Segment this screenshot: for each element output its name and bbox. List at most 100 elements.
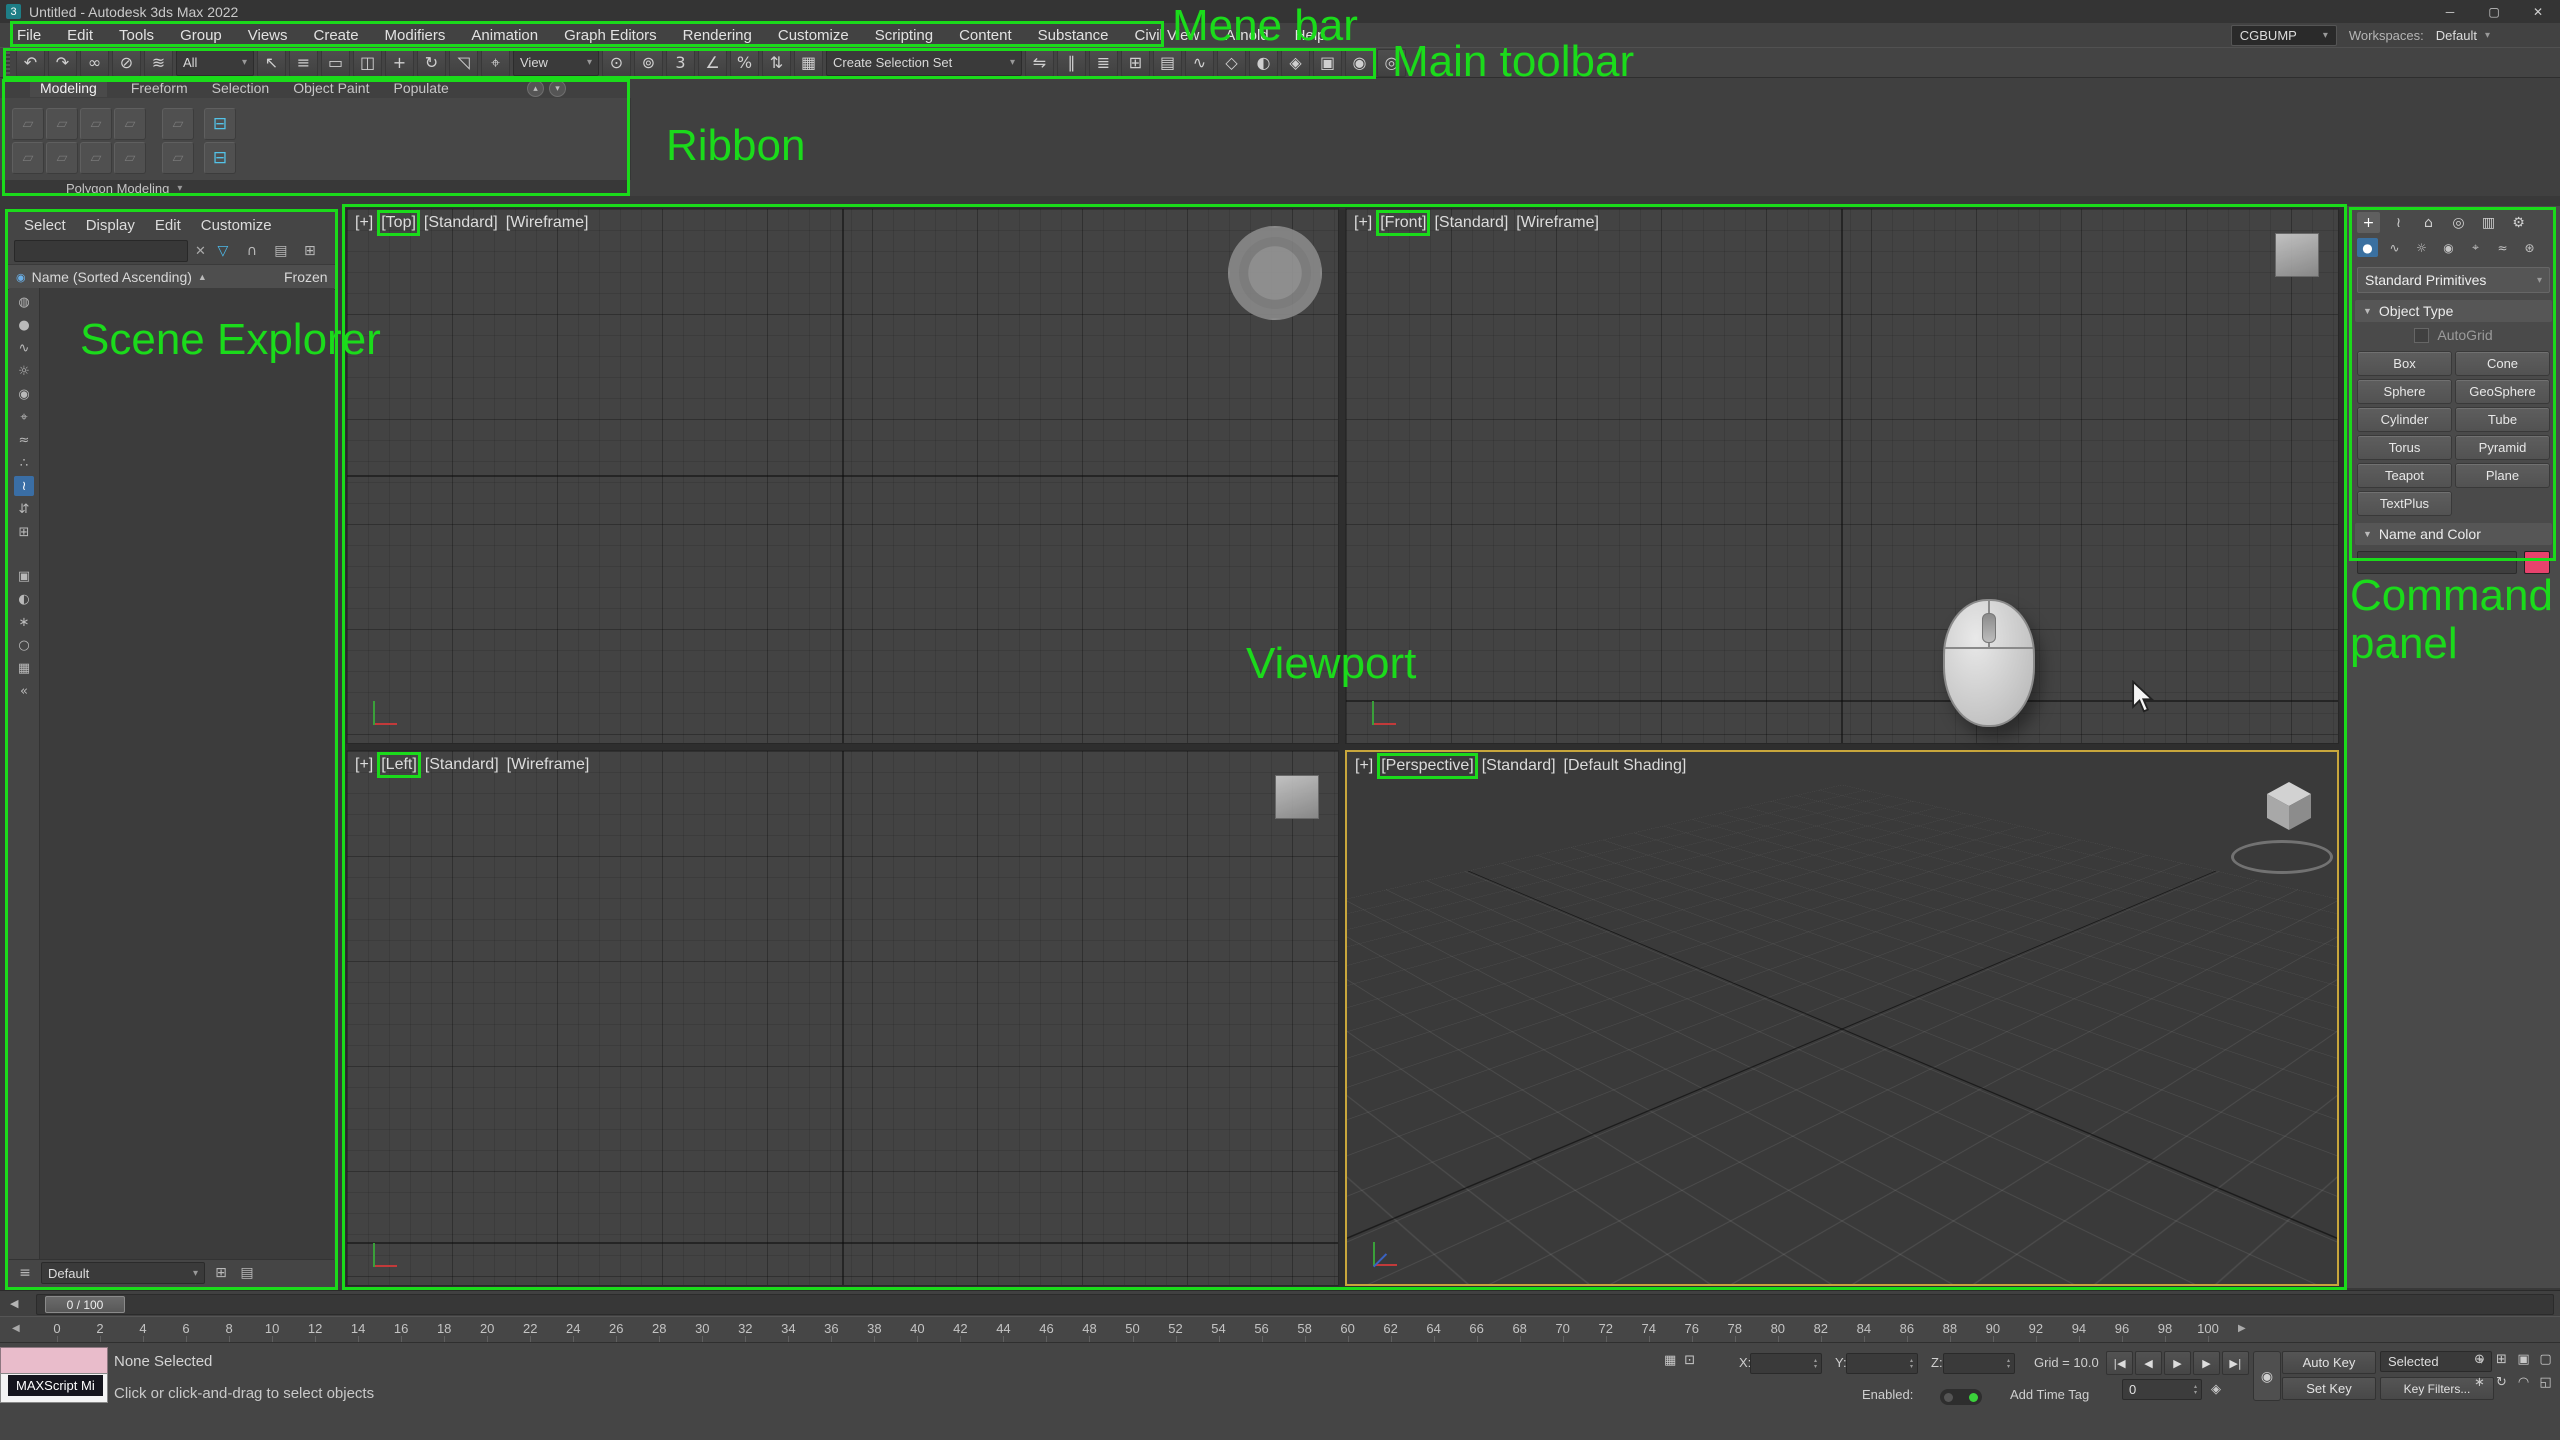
trackbar-frame-68[interactable]: 68: [1512, 1321, 1526, 1336]
viewport-left-standard-label[interactable]: [Standard]: [425, 756, 499, 774]
spinner-snap-icon[interactable]: ⇅: [762, 49, 791, 77]
trackbar-frame-74[interactable]: 74: [1642, 1321, 1656, 1336]
ribbon-tool-button[interactable]: ▱: [12, 142, 44, 174]
object-type-pyramid-button[interactable]: Pyramid: [2455, 435, 2550, 460]
trackbar-frame-92[interactable]: 92: [2029, 1321, 2043, 1336]
display-xrefs-icon[interactable]: ⇵: [14, 499, 34, 519]
render-setup-icon[interactable]: ◈: [1281, 49, 1310, 77]
ribbon-options-button[interactable]: ▾: [549, 80, 566, 97]
display-materials-icon[interactable]: ◐: [14, 589, 34, 609]
viewport-top-plus-label[interactable]: [+]: [355, 214, 373, 232]
systems-category-icon[interactable]: ⊛: [2519, 238, 2540, 257]
hierarchy-tab-icon[interactable]: ⌂: [2417, 212, 2440, 233]
display-bones-icon[interactable]: ≀: [14, 476, 34, 496]
object-type-cone-button[interactable]: Cone: [2455, 351, 2550, 376]
use-selection-center-icon[interactable]: ⊚: [634, 49, 663, 77]
ribbon-tool-button[interactable]: ▱: [114, 142, 146, 174]
spinner-icon[interactable]: ▴▾: [1906, 1354, 1917, 1373]
ribbon-tool-button[interactable]: ▱: [12, 108, 44, 140]
time-slider-track[interactable]: 0 / 100: [36, 1294, 2554, 1315]
render-iterative-icon[interactable]: ◎: [1377, 49, 1406, 77]
object-type-box-button[interactable]: Box: [2357, 351, 2452, 376]
use-pivot-center-icon[interactable]: ⊙: [602, 49, 631, 77]
minimize-button[interactable]: ─: [2428, 0, 2472, 23]
ribbon-tool-button[interactable]: ▱: [46, 142, 78, 174]
set-key-button[interactable]: Set Key: [2282, 1377, 2376, 1400]
unlink-selection-icon[interactable]: ⊘: [112, 49, 141, 77]
viewport-front[interactable]: [+][Front][Standard][Wireframe]: [1345, 208, 2339, 744]
trackbar-frame-100[interactable]: 100: [2197, 1321, 2219, 1336]
display-containers-icon[interactable]: ▣: [14, 566, 34, 586]
animation-enabled-toggle[interactable]: [1940, 1389, 1982, 1405]
ribbon-tool-button[interactable]: ▱: [46, 108, 78, 140]
trackbar-frame-82[interactable]: 82: [1814, 1321, 1828, 1336]
layer-explorer-icon[interactable]: ≣: [1089, 49, 1118, 77]
object-type-geosphere-button[interactable]: GeoSphere: [2455, 379, 2550, 404]
display-space-warps-icon[interactable]: ≈: [14, 430, 34, 450]
field-of-view-icon[interactable]: ◠: [2514, 1372, 2533, 1392]
trackbar-frame-88[interactable]: 88: [1943, 1321, 1957, 1336]
percent-snap-icon[interactable]: %: [730, 49, 759, 77]
trackbar-frame-46[interactable]: 46: [1039, 1321, 1053, 1336]
viewport-perspective-standard-label[interactable]: [Standard]: [1482, 757, 1556, 775]
display-groups-icon[interactable]: ⊞: [14, 522, 34, 542]
geometry-category-icon[interactable]: ●: [2357, 238, 2378, 257]
auto-key-button[interactable]: Auto Key: [2282, 1351, 2376, 1374]
orbit-icon[interactable]: ↻: [2492, 1372, 2511, 1392]
trackbar-frame-54[interactable]: 54: [1211, 1321, 1225, 1336]
clear-search-icon[interactable]: ✕: [195, 243, 206, 259]
ribbon-tab-selection[interactable]: Selection: [212, 80, 270, 96]
create-tab-icon[interactable]: +: [2357, 212, 2380, 233]
trackbar-frame-56[interactable]: 56: [1254, 1321, 1268, 1336]
ribbon-highlight-button[interactable]: ⊟: [204, 108, 236, 140]
set-keys-button[interactable]: ◉: [2253, 1351, 2281, 1401]
footer-menu-icon[interactable]: ≡: [15, 1263, 35, 1283]
curve-editor-icon[interactable]: ∿: [1185, 49, 1214, 77]
explorer-menu-edit[interactable]: Edit: [145, 217, 191, 234]
display-shapes-icon[interactable]: ∿: [14, 338, 34, 358]
object-type-sphere-button[interactable]: Sphere: [2357, 379, 2452, 404]
previous-frame-arrow[interactable]: ◀: [10, 1297, 18, 1310]
ribbon-tab-freeform[interactable]: Freeform: [131, 80, 188, 96]
select-by-name-icon[interactable]: ≡: [289, 49, 318, 77]
viewport-left-pov-label[interactable]: [Left]: [381, 756, 417, 774]
trackbar-frame-52[interactable]: 52: [1168, 1321, 1182, 1336]
viewport-top-shading-label[interactable]: [Wireframe]: [506, 214, 589, 232]
pan-icon[interactable]: ∗: [2470, 1372, 2489, 1392]
undo-icon[interactable]: ↶: [16, 49, 45, 77]
align-icon[interactable]: ∥: [1057, 49, 1086, 77]
select-and-place-icon[interactable]: ⌖: [481, 49, 510, 77]
object-type-teapot-button[interactable]: Teapot: [2357, 463, 2452, 488]
pick-parent-icon[interactable]: ▤: [271, 241, 291, 261]
menu-civil-view[interactable]: Civil View: [1122, 23, 1213, 47]
menu-scripting[interactable]: Scripting: [862, 23, 946, 47]
redo-icon[interactable]: ↷: [48, 49, 77, 77]
lock-icon[interactable]: ∩: [242, 241, 262, 261]
brand-dropdown[interactable]: CGBUMP ▾: [2231, 25, 2337, 46]
new-scene-explorer-button[interactable]: ⊞: [211, 1263, 231, 1283]
object-type-cylinder-button[interactable]: Cylinder: [2357, 407, 2452, 432]
viewport-perspective[interactable]: [+][Perspective][Standard][Default Shadi…: [1345, 750, 2339, 1286]
trackbar-frame-2[interactable]: 2: [96, 1321, 103, 1336]
viewport-perspective-shading-label[interactable]: [Default Shading]: [1564, 757, 1687, 775]
trackbar-frame-14[interactable]: 14: [351, 1321, 365, 1336]
ribbon-tab-modeling[interactable]: Modeling: [30, 79, 107, 97]
reference-coordinate-dropdown[interactable]: View▾: [513, 50, 599, 76]
select-and-move-icon[interactable]: +: [385, 49, 414, 77]
play-button[interactable]: ▶: [2164, 1351, 2191, 1375]
toolbar-drag-handle[interactable]: [4, 52, 10, 74]
trackbar-frame-24[interactable]: 24: [566, 1321, 580, 1336]
ribbon-tab-object-paint[interactable]: Object Paint: [293, 80, 369, 96]
trackbar-frame-18[interactable]: 18: [437, 1321, 451, 1336]
viewport-front-shading-label[interactable]: [Wireframe]: [1516, 214, 1599, 232]
menu-arnold[interactable]: Arnold: [1212, 23, 1281, 47]
viewport-front-pov-label[interactable]: [Front]: [1380, 214, 1426, 232]
viewport-top-standard-label[interactable]: [Standard]: [424, 214, 498, 232]
menu-tools[interactable]: Tools: [106, 23, 167, 47]
collapse-panel-icon[interactable]: «: [14, 681, 34, 701]
menu-create[interactable]: Create: [301, 23, 372, 47]
x-coordinate-field[interactable]: ▴▾: [1750, 1353, 1822, 1374]
viewport-left[interactable]: [+][Left][Standard][Wireframe]: [346, 750, 1339, 1286]
trackbar-frame-48[interactable]: 48: [1082, 1321, 1096, 1336]
trackbar-frame-20[interactable]: 20: [480, 1321, 494, 1336]
